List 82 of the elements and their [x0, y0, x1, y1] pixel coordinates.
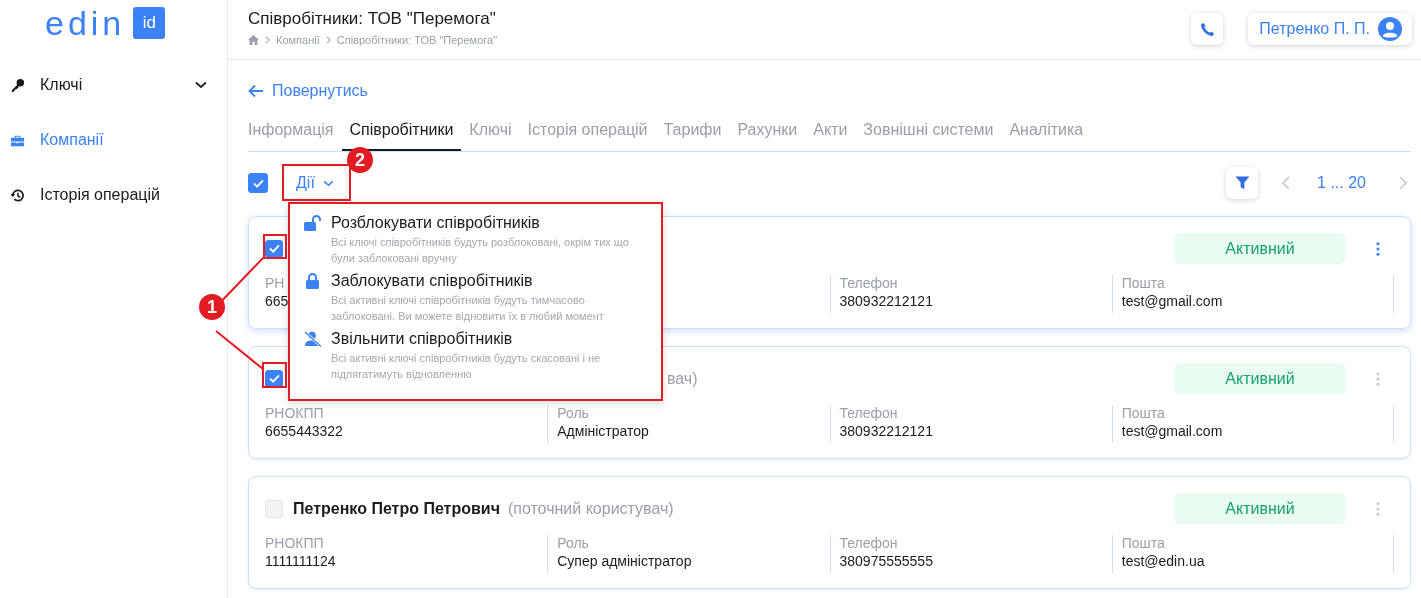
- menu-item-description: Всі активні ключі співробітників будуть тимчасово заблоковані. Ви можете відновити їх в любий момент: [331, 293, 605, 324]
- select-all-checkbox[interactable]: [248, 173, 268, 193]
- leader-line: [215, 330, 264, 370]
- field-label: РН: [265, 275, 285, 291]
- field-label: Роль: [557, 405, 589, 421]
- page-title: Співробітники: ТОВ "Перемога": [248, 8, 497, 30]
- employee-note: (поточний користувач): [507, 499, 674, 518]
- menu-item-title: Розблокувати співробітників: [331, 213, 541, 233]
- more-icon[interactable]: [1376, 241, 1380, 256]
- phone-button[interactable]: [1191, 13, 1224, 45]
- field-value: test@edin.ua: [1121, 553, 1205, 569]
- field-value: test@gmail.com: [1121, 423, 1223, 439]
- breadcrumb-link[interactable]: Співробітники: ТОВ "Перемога": [336, 34, 498, 46]
- check-icon: [268, 244, 280, 253]
- logo-badge: id: [133, 7, 166, 39]
- arrow-left-icon: [248, 84, 264, 98]
- field-label: Пошта: [1121, 405, 1165, 421]
- menu-item-description: Всі активні ключі співробітників будуть скасовані і не підлягатимуть відновленню: [331, 351, 602, 382]
- employee-name: Петренко Петро Петрович: [293, 499, 500, 518]
- menu-item-title: Заблокувати співробітників: [331, 271, 534, 291]
- phone-icon: [1199, 21, 1215, 37]
- field-label: Телефон: [839, 405, 898, 421]
- field-value: 665: [265, 293, 289, 309]
- field-label: Роль: [557, 535, 589, 551]
- field-value: 6655443322: [265, 423, 343, 439]
- tab[interactable]: Зовнішні системи: [863, 120, 994, 151]
- chevron-right-icon: [325, 36, 331, 44]
- filter-icon: [1234, 176, 1250, 190]
- user-menu-button[interactable]: Петренко П. П.: [1248, 13, 1412, 45]
- sidebar-item[interactable]: Ключі: [0, 73, 227, 97]
- chevron-right-icon: [265, 36, 270, 44]
- actions-dropdown[interactable]: Дії: [284, 167, 346, 199]
- field-label: Пошта: [1121, 535, 1165, 551]
- check-icon: [268, 374, 280, 383]
- user-avatar-icon: [1378, 17, 1402, 41]
- row-checkbox[interactable]: [265, 239, 283, 258]
- annotation-marker: 2: [347, 147, 373, 173]
- status-badge: Активний: [1174, 363, 1346, 394]
- row-checkbox[interactable]: [265, 369, 283, 388]
- field-value: 380932212121: [839, 423, 933, 439]
- menu-item[interactable]: Розблокувати співробітників Всі ключі співробітників будуть розблоковані, окрім тих що були заблоковані вручну: [304, 212, 651, 266]
- chevron-down-icon: [322, 179, 334, 187]
- field-value: 380975555555: [839, 553, 933, 569]
- unlock-icon: [304, 215, 322, 231]
- field-value: Супер адміністратор: [557, 553, 692, 569]
- field-value: 1111111124: [265, 553, 336, 569]
- field-label: Пошта: [1121, 275, 1165, 291]
- filter-button[interactable]: [1226, 167, 1259, 199]
- check-icon: [252, 178, 264, 188]
- tab[interactable]: Ключі: [469, 120, 512, 151]
- tab[interactable]: Історія операцій: [527, 120, 648, 151]
- field-value: 380932212121: [839, 293, 933, 309]
- field-label: Телефон: [839, 535, 898, 551]
- field-label: РНОКПП: [265, 535, 324, 551]
- tab[interactable]: Інформація: [248, 120, 334, 151]
- back-link[interactable]: Повернутись: [248, 81, 368, 101]
- sidebar-item[interactable]: Історія операцій: [0, 183, 227, 207]
- annotation-marker: 1: [199, 294, 225, 320]
- logo-text: edin: [45, 6, 126, 40]
- menu-item[interactable]: Звільнити співробітників Всі активні ключі співробітників будуть скасовані і не підлягатимуть відновленню: [304, 328, 651, 382]
- employee-note: вач): [667, 369, 698, 388]
- menu-item-description: Всі ключі співробітників будуть розблоковані, окрім тих що були заблоковані вручну: [331, 235, 630, 266]
- history-icon: [10, 187, 25, 203]
- field-value: test@gmail.com: [1121, 293, 1223, 309]
- status-badge: Активний: [1174, 493, 1346, 524]
- home-icon[interactable]: [248, 35, 259, 45]
- user-slash-icon: [304, 331, 322, 347]
- menu-item-title: Звільнити співробітників: [331, 329, 514, 349]
- pagination-range: 1 ... 20: [1317, 174, 1366, 192]
- tab[interactable]: Аналітика: [1009, 120, 1084, 151]
- field-label: РНОКПП: [265, 405, 324, 421]
- lock-icon: [304, 273, 322, 289]
- tab[interactable]: Рахунки: [737, 120, 798, 151]
- status-badge: Активний: [1174, 233, 1346, 264]
- breadcrumb-link[interactable]: Компанії: [276, 34, 320, 46]
- tab[interactable]: Тарифи: [663, 120, 722, 151]
- tab[interactable]: Акти: [813, 120, 848, 151]
- sidebar-item[interactable]: Компанії: [0, 128, 227, 152]
- key-icon: [10, 77, 25, 93]
- field-value: Адміністратор: [557, 423, 649, 439]
- field-label: Телефон: [839, 275, 898, 291]
- menu-item[interactable]: Заблокувати співробітників Всі активні ключі співробітників будуть тимчасово заблоковані. Ви можете відновити їх в любий момент: [304, 270, 651, 324]
